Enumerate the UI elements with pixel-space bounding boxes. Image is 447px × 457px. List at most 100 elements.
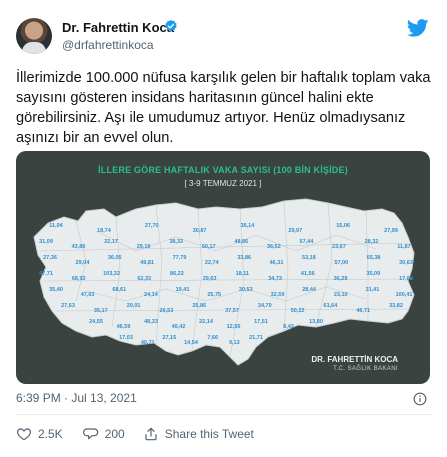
like-count: 2.5K [38, 427, 63, 441]
province-value: 32,59 [271, 292, 285, 298]
province-value: 24,55 [89, 319, 103, 325]
province-value: 27,70 [145, 223, 159, 229]
reply-button[interactable]: 200 [82, 426, 125, 442]
province-value: 50,22 [291, 308, 305, 314]
province-value: 34,73 [268, 276, 282, 282]
province-value: 11,04 [49, 223, 63, 229]
province-value: 25,86 [192, 303, 206, 309]
province-value: 25,75 [207, 292, 221, 298]
province-value: 27,15 [162, 335, 176, 341]
turkey-map: 11,04 18,74 27,70 30,87 36,14 29,97 15,06 27,99… [33, 198, 415, 366]
province-value: 36,14 [241, 223, 256, 229]
province-value: 21,71 [249, 335, 263, 341]
province-value: 36,52 [267, 244, 281, 250]
verified-badge-icon [165, 19, 177, 32]
province-value: 7,66 [207, 335, 218, 341]
province-value: 28,44 [302, 287, 317, 293]
province-value: 35,17 [94, 308, 108, 314]
province-value: 12,56 [227, 324, 241, 330]
province-value: 30,87 [193, 228, 207, 234]
province-value: 23,67 [332, 244, 346, 250]
province-value: 29,04 [76, 260, 91, 266]
province-value: 15,06 [336, 223, 350, 229]
province-value: 47,63 [81, 292, 95, 298]
author-handle[interactable]: @drfahrettinkoca [62, 38, 154, 52]
province-value: 57,00 [334, 260, 348, 266]
province-value: 19,41 [176, 287, 190, 293]
province-value: 22,74 [205, 260, 220, 266]
province-value: 33,82 [389, 303, 403, 309]
twitter-bird-icon[interactable] [407, 19, 429, 37]
province-value: 48,33 [144, 319, 158, 325]
info-icon[interactable] [413, 392, 427, 406]
province-value: 46,71 [356, 308, 370, 314]
province-value: 48,86 [234, 239, 248, 245]
province-value: 46,31 [270, 260, 284, 266]
tweet-actions: 2.5K 200 Share this Tweet [16, 424, 254, 444]
province-value: 17,03 [119, 335, 133, 341]
province-value: 18,74 [97, 228, 112, 234]
province-value: 35,40 [49, 287, 63, 293]
province-value: 29,19 [137, 244, 151, 250]
province-value: 68,92 [72, 276, 86, 282]
province-value: 31,09 [39, 239, 53, 245]
province-value: 17,69 [399, 276, 413, 282]
province-value: 8,43 [283, 324, 294, 330]
tweet-card: Dr. Fahrettin Koca @drfahrettinkoca İlle… [0, 0, 447, 457]
province-value: 33,86 [237, 255, 251, 261]
author-avatar[interactable] [16, 18, 52, 54]
province-value: 11,87 [397, 244, 410, 250]
province-value: 65,38 [367, 255, 381, 261]
map-signature-title: T.C. SAĞLIK BAKANI [333, 366, 398, 372]
tweet-timestamp[interactable]: 6:39 PM · Jul 13, 2021 [16, 391, 137, 405]
province-value: 9,13 [229, 340, 240, 346]
author-name[interactable]: Dr. Fahrettin Koca [62, 20, 174, 35]
province-value: 24,14 [144, 292, 159, 298]
province-value: 62,33 [137, 276, 151, 282]
share-icon [145, 427, 157, 441]
province-value: 38,33 [169, 239, 183, 245]
province-value: 20,01 [127, 303, 141, 309]
province-value: 27,63 [61, 303, 75, 309]
province-value: 49,81 [140, 260, 154, 266]
province-value: 40,42 [172, 324, 186, 330]
province-value: 100,41 [396, 292, 413, 298]
province-value: 22,17 [104, 239, 118, 245]
province-value: 17,51 [254, 319, 268, 325]
province-value: 18,11 [236, 271, 249, 277]
province-value: 29,97 [288, 228, 302, 234]
reply-count: 200 [104, 427, 125, 441]
province-value: 13,80 [309, 319, 323, 325]
tweet-media-map[interactable]: İLLERE GÖRE HAFTALIK VAKA SAYISI (100 Bİ… [16, 151, 430, 384]
province-value: 30,63 [399, 260, 413, 266]
province-value: 77,79 [173, 255, 187, 261]
reply-bubble-icon [82, 428, 98, 440]
province-value: 27,99 [384, 228, 398, 234]
divider [16, 414, 431, 415]
province-value: 68,61 [112, 287, 126, 293]
turkey-map-shape [33, 198, 415, 366]
like-button[interactable]: 2.5K [16, 426, 63, 442]
province-value: 61,64 [324, 303, 339, 309]
share-label: Share this Tweet [164, 427, 254, 441]
province-value: 103,32 [103, 271, 120, 277]
province-value: 47,71 [39, 271, 53, 277]
province-value: 31,41 [366, 287, 380, 293]
province-value: 35,09 [366, 271, 380, 277]
province-value: 26,53 [160, 308, 174, 314]
heart-icon [16, 428, 32, 441]
province-value: 46,59 [117, 324, 131, 330]
share-button[interactable]: Share this Tweet [143, 426, 254, 442]
province-value: 50,17 [202, 244, 216, 250]
province-value: 43,86 [72, 244, 86, 250]
province-value: 37,57 [225, 308, 239, 314]
map-signature-name: DR. FAHRETTİN KOCA [311, 355, 398, 364]
province-value: 53,18 [302, 255, 316, 261]
province-value: 57,44 [300, 239, 315, 245]
province-value: 36,29 [334, 276, 348, 282]
province-value: 14,54 [184, 340, 199, 346]
province-value: 86,22 [170, 271, 184, 277]
province-value: 23,10 [334, 292, 348, 298]
province-value: 40,71 [141, 340, 155, 346]
province-value: 27,36 [43, 255, 57, 261]
